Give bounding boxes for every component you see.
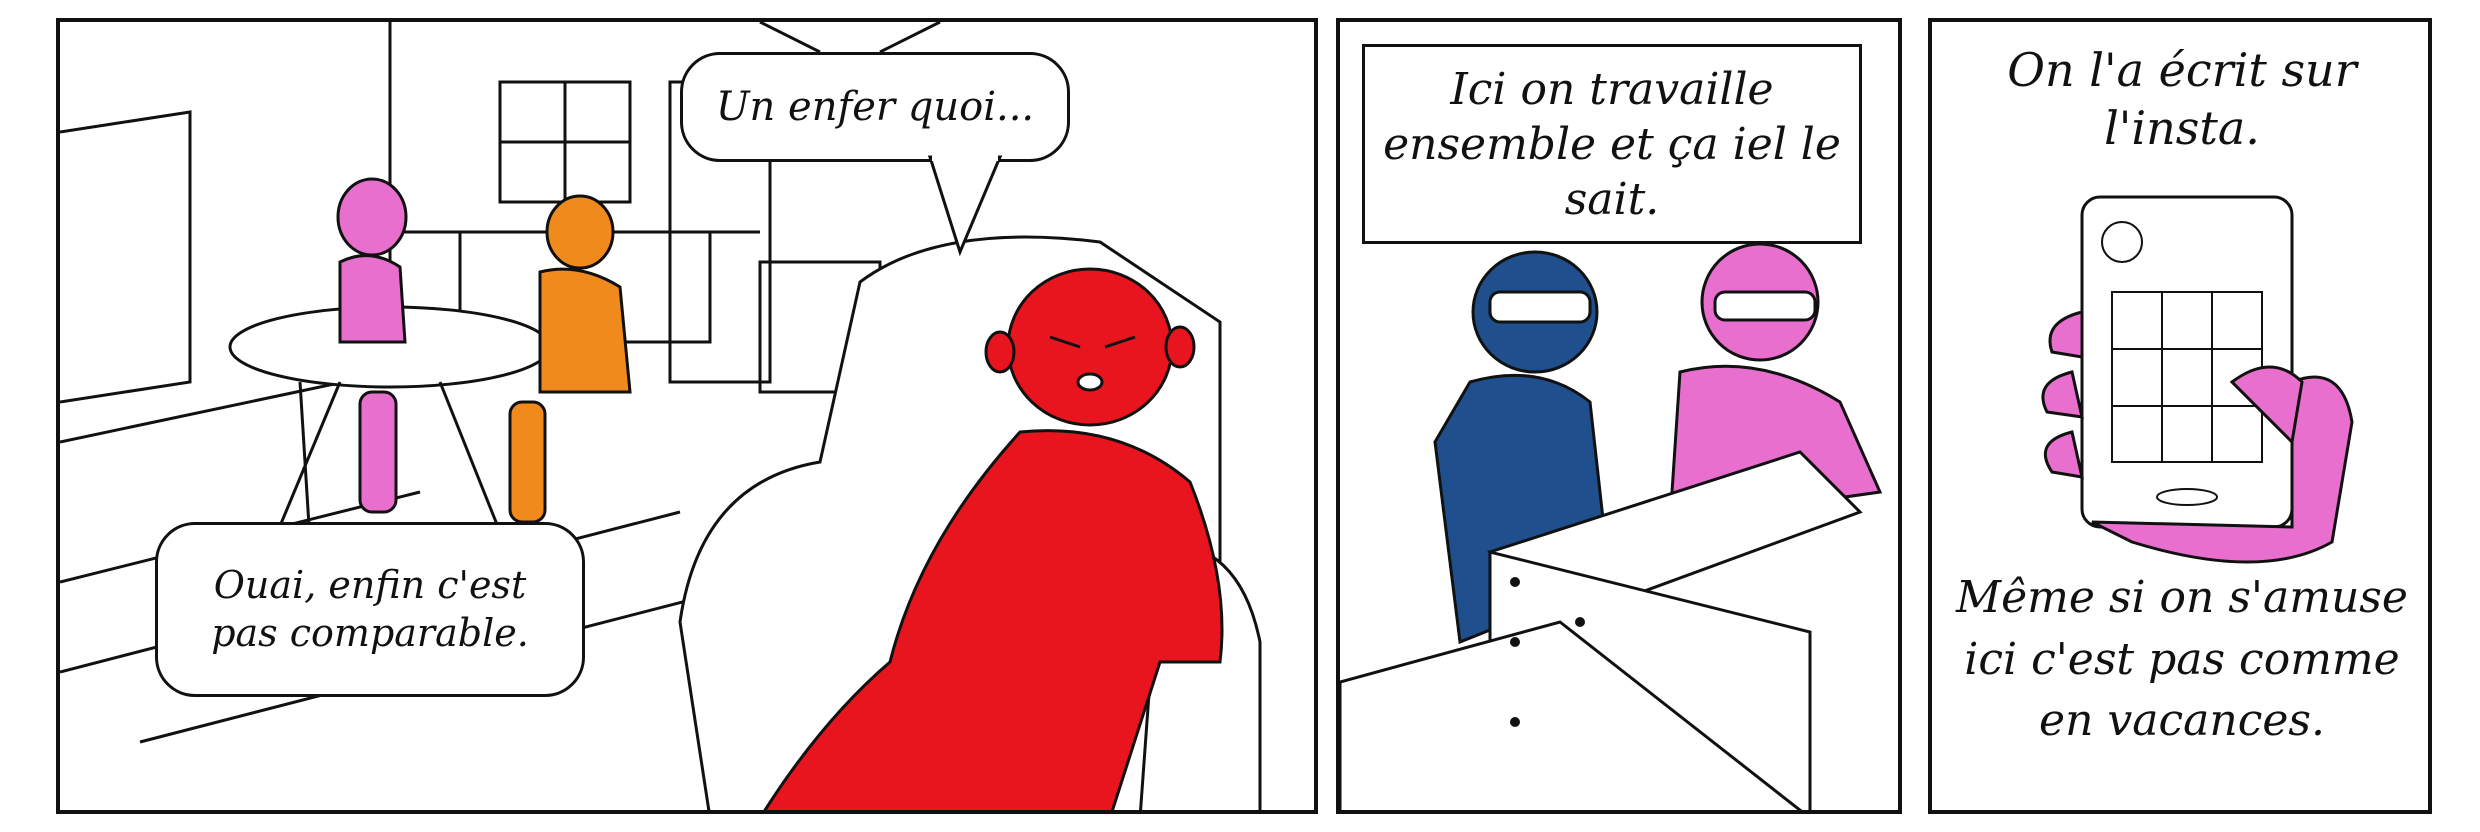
comic-panel-2: Ici on travaille ensemble et ça iel le s… <box>1336 18 1902 814</box>
speech-bubble-bottom-text: Ouai, enfin c'est pas comparable. <box>211 563 529 655</box>
caption-panel-2-text: Ici on travaille ensemble et ça iel le s… <box>1383 63 1841 225</box>
pink-goggles-icon <box>1713 290 1817 322</box>
comic-panel-1: Un enfer quoi... Ouai, enfin c'est pas c… <box>56 18 1318 814</box>
comic-panel-3: On l'a écrit sur l'insta. Même si on s'a… <box>1928 18 2432 814</box>
speech-bubble-top-text: Un enfer quoi... <box>715 84 1035 130</box>
caption-box-panel-2: Ici on travaille ensemble et ça iel le s… <box>1362 44 1862 244</box>
blue-goggles-icon <box>1488 290 1592 324</box>
speech-bubble-top: Un enfer quoi... <box>680 52 1070 162</box>
speech-bubble-bottom: Ouai, enfin c'est pas comparable. <box>155 522 585 697</box>
caption-bottom-panel-3: Même si on s'amuse ici c'est pas comme e… <box>1956 572 2408 747</box>
